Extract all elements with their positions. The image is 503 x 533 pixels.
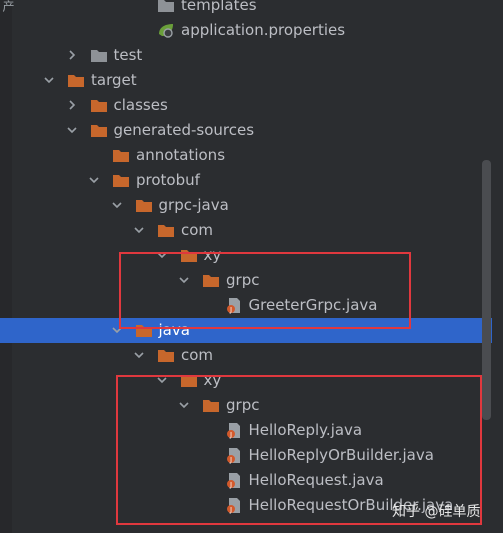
svg-text:J: J (228, 306, 231, 314)
tree-item-label: annotations (136, 146, 226, 164)
tree-item[interactable]: test (0, 43, 492, 68)
folder-icon (202, 397, 220, 414)
folder-icon (180, 247, 198, 264)
folder-icon (157, 0, 175, 14)
chevron-down-icon[interactable] (155, 373, 169, 387)
tree-item-label: templates (181, 0, 257, 14)
svg-text:J: J (228, 481, 231, 489)
tree-item-label: application.properties (181, 21, 346, 39)
tree-item[interactable]: J GreeterGrpc.java (0, 293, 492, 318)
tree-item[interactable]: grpc-java (0, 193, 492, 218)
tree-item[interactable]: protobuf (0, 168, 492, 193)
folder-icon (112, 172, 130, 189)
chevron-down-icon[interactable] (177, 273, 191, 287)
folder-icon (157, 222, 175, 239)
tree-item-label: xy (203, 371, 222, 389)
tree-item-label: generated-sources (113, 121, 255, 139)
svg-text:J: J (228, 506, 231, 514)
tree-item-label: classes (113, 96, 168, 114)
tree-item[interactable]: J HelloReplyOrBuilder.java (0, 443, 492, 468)
chevron-right-icon[interactable] (65, 48, 79, 62)
tree-item-label: target (91, 71, 137, 89)
tree-item[interactable]: J HelloReply.java (0, 418, 492, 443)
chevron-down-icon[interactable] (87, 173, 101, 187)
folder-icon (90, 47, 108, 64)
chevron-down-icon[interactable] (110, 198, 124, 212)
folder-icon (112, 147, 130, 164)
folder-icon (202, 272, 220, 289)
tree-item[interactable]: grpc (0, 268, 492, 293)
tree-item[interactable]: target (0, 68, 492, 93)
vertical-scrollbar[interactable] (482, 160, 491, 420)
folder-icon (90, 122, 108, 139)
tree-item[interactable]: xy (0, 368, 492, 393)
tree-item[interactable]: J HelloRequest.java (0, 468, 492, 493)
tree-item-label: grpc (226, 396, 260, 414)
folder-icon (67, 72, 85, 89)
tree-item-label: com (181, 346, 214, 364)
tree-item[interactable]: java (0, 318, 492, 343)
chevron-down-icon[interactable] (132, 223, 146, 237)
tree-item[interactable]: templates (0, 0, 492, 18)
chevron-down-icon[interactable] (65, 123, 79, 137)
chevron-down-icon[interactable] (155, 248, 169, 262)
java-file-icon: J (225, 447, 243, 464)
folder-icon (180, 372, 198, 389)
java-file-icon: J (225, 472, 243, 489)
tree-item-label: GreeterGrpc.java (248, 296, 378, 314)
tree-item-label: HelloReplyOrBuilder.java (248, 446, 434, 464)
java-file-icon: J (225, 297, 243, 314)
chevron-down-icon[interactable] (42, 73, 56, 87)
tree-item[interactable]: annotations (0, 143, 492, 168)
tree-item[interactable]: classes (0, 93, 492, 118)
folder-icon (157, 347, 175, 364)
chevron-down-icon[interactable] (110, 323, 124, 337)
folder-icon (90, 97, 108, 114)
properties-file-icon (157, 22, 175, 39)
tree-item-label: grpc-java (158, 196, 229, 214)
tree-item[interactable]: application.properties (0, 18, 492, 43)
tree-item[interactable]: generated-sources (0, 118, 492, 143)
tree-item[interactable]: grpc (0, 393, 492, 418)
java-file-icon: J (225, 497, 243, 514)
tree-item[interactable]: com (0, 343, 492, 368)
folder-icon (135, 197, 153, 214)
tree-item-label: protobuf (136, 171, 200, 189)
folder-icon (135, 322, 153, 339)
tree-item-label: grpc (226, 271, 260, 289)
svg-text:J: J (228, 431, 231, 439)
chevron-down-icon[interactable] (177, 398, 191, 412)
tree-item[interactable]: com (0, 218, 492, 243)
java-file-icon: J (225, 422, 243, 439)
tree-item[interactable]: xy (0, 243, 492, 268)
svg-text:J: J (228, 456, 231, 464)
watermark-text: 知乎 @硅单质 (392, 504, 481, 520)
tree-item-label: xy (203, 246, 222, 264)
chevron-right-icon[interactable] (65, 98, 79, 112)
tree-item-label: HelloReply.java (248, 421, 363, 439)
tree-item-label: test (113, 46, 143, 64)
tree-item-label: com (181, 221, 214, 239)
project-tree: templates application.properties test targe… (0, 0, 503, 533)
chevron-down-icon[interactable] (132, 348, 146, 362)
tree-item-label: java (158, 321, 190, 339)
tree-item-label: HelloRequest.java (248, 471, 384, 489)
